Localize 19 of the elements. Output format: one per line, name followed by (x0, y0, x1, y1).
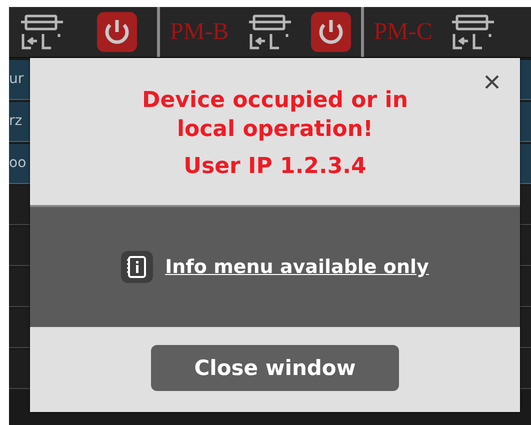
module-label: PM-C (374, 18, 432, 46)
error-message: Device occupied or in local operation! (141, 87, 409, 144)
row-label: oo (9, 155, 26, 171)
info-menu-link[interactable]: Info menu available only (165, 256, 429, 278)
table-row (520, 102, 531, 142)
close-icon[interactable] (484, 74, 500, 90)
user-ip-text: User IP 1.2.3.4 (184, 154, 366, 179)
row-label: rz (9, 113, 22, 129)
table-row (520, 144, 531, 184)
fuse-icon[interactable] (246, 12, 293, 52)
power-button[interactable] (310, 12, 351, 52)
row-label: ur (9, 71, 24, 87)
close-window-button[interactable]: Close window (151, 344, 399, 390)
module-label: PM-B (170, 18, 229, 46)
fuse-icon[interactable] (19, 12, 65, 52)
table-row (520, 60, 531, 100)
info-icon (121, 251, 154, 283)
power-button[interactable] (97, 12, 137, 52)
fuse-icon[interactable] (450, 12, 496, 52)
